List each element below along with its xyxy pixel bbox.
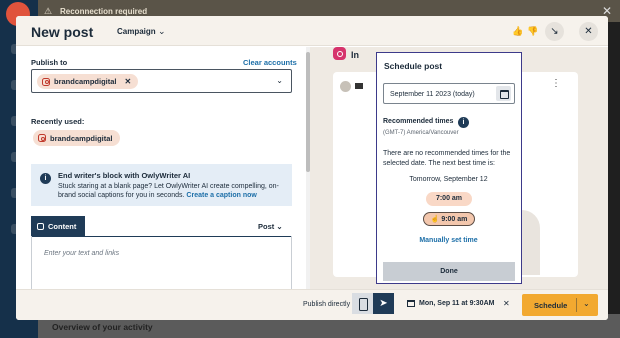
time-option[interactable]: 7:00 am [426,192,472,206]
campaign-dropdown[interactable]: Campaign [117,27,156,36]
thumbs-up-icon[interactable]: 👍 [512,26,523,37]
timezone-label: (GMT-7) America/Vancouver [383,130,459,136]
owlywriter-title: End writer's block with OwlyWriter AI [58,171,191,180]
clear-accounts-link[interactable]: Clear accounts [243,58,297,67]
next-best-date: Tomorrow, September 12 [409,176,488,183]
chevron-down-icon[interactable]: ⌄ [583,299,590,308]
date-field[interactable]: September 11 2023 (today) [383,83,515,104]
close-button[interactable]: ✕ [579,22,598,41]
thumbs-down-icon[interactable]: 👎 [527,26,538,37]
preview-account-name [355,83,363,89]
instagram-icon [333,47,346,60]
recommended-times-title: Recommended times [383,118,454,125]
done-button[interactable]: Done [383,262,515,281]
create-caption-link[interactable]: Create a caption now [186,192,256,199]
time-label: 9:00 am [441,216,468,223]
modal-header: New post Campaign ⌄ 👍 👎 ↘ ✕ [16,16,608,46]
schedule-post-popup: Schedule post September 11 2023 (today) … [376,52,522,284]
recent-account-chip[interactable]: brandcampdigital [33,130,120,146]
instagram-icon [42,77,50,86]
mobile-notification-button[interactable] [352,293,373,314]
selected-account-chip[interactable]: brandcampdigital ✕ [37,74,139,89]
modal-footer: Publish directly ➤ Mon, Sep 11 at 9:30AM… [16,289,608,320]
preview-network-label: In [351,50,359,60]
avatar [340,81,351,92]
schedule-button[interactable]: Schedule ⌄ [522,294,598,316]
schedule-title: Schedule post [384,61,443,71]
chevron-down-icon[interactable]: ⌄ [276,76,283,85]
account-selector[interactable]: brandcampdigital ✕ ⌄ [31,69,292,93]
page-title: New post [31,24,94,40]
text-placeholder: Enter your text and links [44,250,120,257]
minimize-button[interactable]: ↘ [545,22,564,41]
account-name: brandcampdigital [54,77,117,86]
activity-heading: Overview of your activity [52,322,153,332]
recommendation-message: There are no recommended times for the s… [383,150,511,167]
chevron-down-icon[interactable]: ⌄ [158,26,166,37]
more-options-icon[interactable]: ⋮ [551,78,561,89]
publish-directly-label: Publish directly [303,301,351,308]
send-icon[interactable]: ➤ [373,293,394,314]
chevron-down-icon: ⌄ [276,222,283,231]
info-icon[interactable]: i [458,117,469,128]
clear-schedule-icon[interactable]: ✕ [503,299,510,308]
publish-to-label: Publish to [31,58,68,67]
pointer-icon: ☝ [430,216,440,223]
account-name: brandcampdigital [50,133,113,143]
banner-text: Reconnection required [60,7,148,16]
time-option-selected[interactable]: ☝ 9:00 am [423,212,475,226]
instagram-icon [38,134,46,142]
post-type-dropdown[interactable]: Post ⌄ [258,222,283,231]
tab-label: Content [48,221,77,231]
tab-content[interactable]: Content [31,216,85,236]
post-type-label: Post [258,222,275,231]
owlywriter-banner: i End writer's block with OwlyWriter AI … [31,164,292,206]
info-icon: i [40,173,51,184]
date-value: September 11 2023 (today) [390,91,475,98]
remove-icon[interactable]: ✕ [125,77,132,86]
divider [576,298,577,312]
scheduled-time[interactable]: Mon, Sep 11 at 9:30AM [419,300,494,307]
manually-set-time-link[interactable]: Manually set time [377,237,520,244]
calendar-icon[interactable] [496,86,511,101]
schedule-label: Schedule [534,301,568,310]
instagram-icon [37,222,44,230]
owlywriter-body: Stuck staring at a blank page? Let OwlyW… [58,182,288,200]
warning-icon: ⚠ [44,6,53,16]
post-text-area[interactable] [31,236,292,296]
calendar-icon [407,300,415,307]
recently-used-label: Recently used: [31,117,85,126]
compose-panel: Publish to Clear accounts brandcampdigit… [16,47,306,296]
